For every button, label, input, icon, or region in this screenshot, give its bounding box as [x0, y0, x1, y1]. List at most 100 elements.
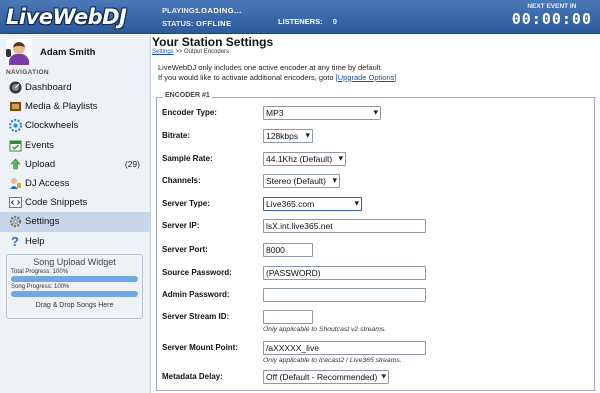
sidebar-item-label: Upload — [25, 158, 56, 170]
server-ip-label: Server IP: — [162, 221, 200, 230]
page-title: Your Station Settings — [152, 35, 274, 49]
sidebar-item-events[interactable]: Events — [0, 136, 150, 155]
encoder-type-value: MP3 — [266, 108, 284, 118]
source-password-value: (PASSWORD) — [266, 268, 321, 278]
next-event: NEXT EVENT IN 00:00:00 — [512, 3, 592, 28]
events-icon — [8, 138, 22, 152]
sidebar-item-label: Media & Playlists — [25, 101, 98, 113]
gear-icon — [8, 215, 22, 229]
next-event-timer: 00:00:00 — [511, 10, 592, 28]
metadata-delay-label: Metadata Delay: — [162, 372, 223, 381]
server-ip-row: Server IP: lsX.int.live365.net — [157, 219, 596, 235]
total-progress-label: Total Progress: 100% — [11, 269, 69, 275]
logo-text: LiveWebDJ — [6, 4, 127, 29]
breadcrumb-settings-link[interactable]: Settings — [152, 49, 174, 55]
source-password-row: Source Password: (PASSWORD) — [157, 266, 596, 282]
sidebar-item-settings[interactable]: Settings — [0, 212, 150, 232]
source-password-field[interactable]: (PASSWORD) — [263, 266, 426, 280]
channels-row: Channels: Stereo (Default) — [157, 174, 596, 190]
server-ip-field[interactable]: lsX.int.live365.net — [263, 219, 426, 233]
sidebar-item-label: Clockwheels — [25, 120, 79, 132]
avatar — [6, 39, 32, 65]
sidebar-item-label: DJ Access — [25, 178, 70, 190]
admin-password-field[interactable] — [263, 288, 426, 302]
breadcrumb: Settings >> Output Encoders — [152, 49, 229, 55]
sidebar: Adam Smith NAVIGATION Dashboard Media & … — [0, 35, 151, 393]
status-label: STATUS: — [162, 19, 194, 28]
upgrade-options-link[interactable]: [Upgrade Options] — [336, 73, 397, 82]
sample-rate-select[interactable]: 44.1Khz (Default) — [263, 152, 346, 166]
listeners: LISTENERS: 0 — [278, 17, 337, 26]
main-content: Your Station Settings Settings >> Output… — [152, 35, 600, 393]
song-progress-label: Song Progress: 100% — [11, 284, 70, 290]
bitrate-select[interactable]: 128kbps — [263, 129, 313, 143]
next-event-label: NEXT EVENT IN — [527, 3, 577, 10]
channels-value: Stereo (Default) — [266, 176, 326, 186]
sample-rate-label: Sample Rate: — [162, 154, 213, 163]
channels-select[interactable]: Stereo (Default) — [263, 174, 340, 188]
server-type-value: Live365.com — [266, 199, 315, 209]
sidebar-item-code-snippets[interactable]: Code Snippets — [0, 193, 150, 212]
clockwheel-icon — [8, 119, 22, 133]
total-progress-bar — [11, 276, 138, 282]
server-type-select[interactable]: Live365.com — [263, 197, 362, 211]
mount-point-row: Server Mount Point: /aXXXXX_live Only ap… — [157, 341, 596, 364]
playing-value: LOADING... — [196, 6, 242, 15]
source-password-label: Source Password: — [162, 268, 232, 277]
stream-id-field[interactable] — [263, 310, 313, 324]
sidebar-item-label: Dashboard — [25, 82, 72, 94]
encoder-type-select[interactable]: MP3 — [263, 106, 381, 120]
user-name: Adam Smith — [40, 46, 96, 58]
listeners-value: 0 — [332, 17, 338, 26]
mount-point-hint: Only applicable to Icecast2 / Live365 st… — [263, 357, 402, 364]
sidebar-item-upload[interactable]: Upload (29) — [0, 155, 150, 174]
stream-id-row: Server Stream ID: Only applicable to Sho… — [157, 310, 596, 333]
status-block: PLAYING: LOADING... STATUS: OFFLINE — [162, 4, 242, 30]
upload-icon — [8, 157, 22, 171]
intro-text: LiveWebDJ only includes one active encod… — [158, 63, 396, 82]
encoder-fieldset: ENCODER #1 Encoder Type: MP3 Bitrate: 12… — [156, 92, 596, 391]
server-ip-value: lsX.int.live365.net — [266, 221, 333, 231]
playing-label: PLAYING: — [162, 6, 198, 15]
admin-password-row: Admin Password: — [157, 288, 596, 304]
breadcrumb-current: >> Output Encoders — [173, 49, 230, 55]
mount-point-field[interactable]: /aXXXXX_live — [263, 341, 426, 355]
dj-access-icon — [8, 177, 22, 191]
admin-password-label: Admin Password: — [162, 290, 230, 299]
sidebar-item-dj-access[interactable]: DJ Access — [0, 174, 150, 193]
mount-point-value: /aXXXXX_live — [266, 343, 319, 353]
media-icon — [8, 100, 22, 114]
sidebar-item-clockwheels[interactable]: Clockwheels — [0, 116, 150, 135]
server-port-value: 8000 — [266, 245, 285, 255]
sidebar-item-dashboard[interactable]: Dashboard — [0, 78, 150, 97]
sidebar-item-help[interactable]: ? Help — [0, 232, 150, 251]
sample-rate-value: 44.1Khz (Default) — [266, 154, 333, 164]
song-upload-widget: Song Upload Widget Total Progress: 100% … — [6, 254, 143, 319]
sidebar-item-label: Help — [25, 235, 45, 247]
code-icon — [8, 196, 22, 210]
logo[interactable]: LiveWebDJ — [6, 3, 127, 30]
bitrate-label: Bitrate: — [162, 131, 191, 140]
mount-point-label: Server Mount Point: — [162, 343, 239, 352]
nav-heading: NAVIGATION — [6, 69, 49, 76]
intro-line-1: LiveWebDJ only includes one active encod… — [158, 63, 383, 72]
stream-id-hint: Only applicable to Shoutcast v2 streams. — [263, 326, 387, 333]
sample-rate-row: Sample Rate: 44.1Khz (Default) — [157, 152, 596, 168]
sidebar-item-label: Events — [25, 139, 55, 151]
server-port-field[interactable]: 8000 — [263, 243, 313, 257]
widget-title: Song Upload Widget — [33, 257, 116, 267]
help-icon: ? — [11, 233, 19, 249]
navigation: Dashboard Media & Playlists Clockwheels … — [0, 78, 150, 251]
top-header: LiveWebDJ PLAYING: LOADING... STATUS: OF… — [0, 0, 600, 34]
metadata-delay-row: Metadata Delay: Off (Default - Recommend… — [157, 370, 596, 386]
dashboard-icon — [8, 81, 22, 95]
encoder-legend: ENCODER #1 — [163, 92, 212, 99]
encoder-type-row: Encoder Type: MP3 — [157, 106, 596, 122]
sidebar-item-media-playlists[interactable]: Media & Playlists — [0, 97, 150, 116]
user-profile[interactable]: Adam Smith — [6, 39, 95, 65]
channels-label: Channels: — [162, 176, 201, 185]
sidebar-item-label: Code Snippets — [25, 197, 88, 209]
encoder-type-label: Encoder Type: — [162, 108, 217, 117]
drop-zone[interactable]: Drag & Drop Songs Here — [7, 302, 142, 309]
metadata-delay-select[interactable]: Off (Default - Recommended) — [263, 370, 389, 384]
